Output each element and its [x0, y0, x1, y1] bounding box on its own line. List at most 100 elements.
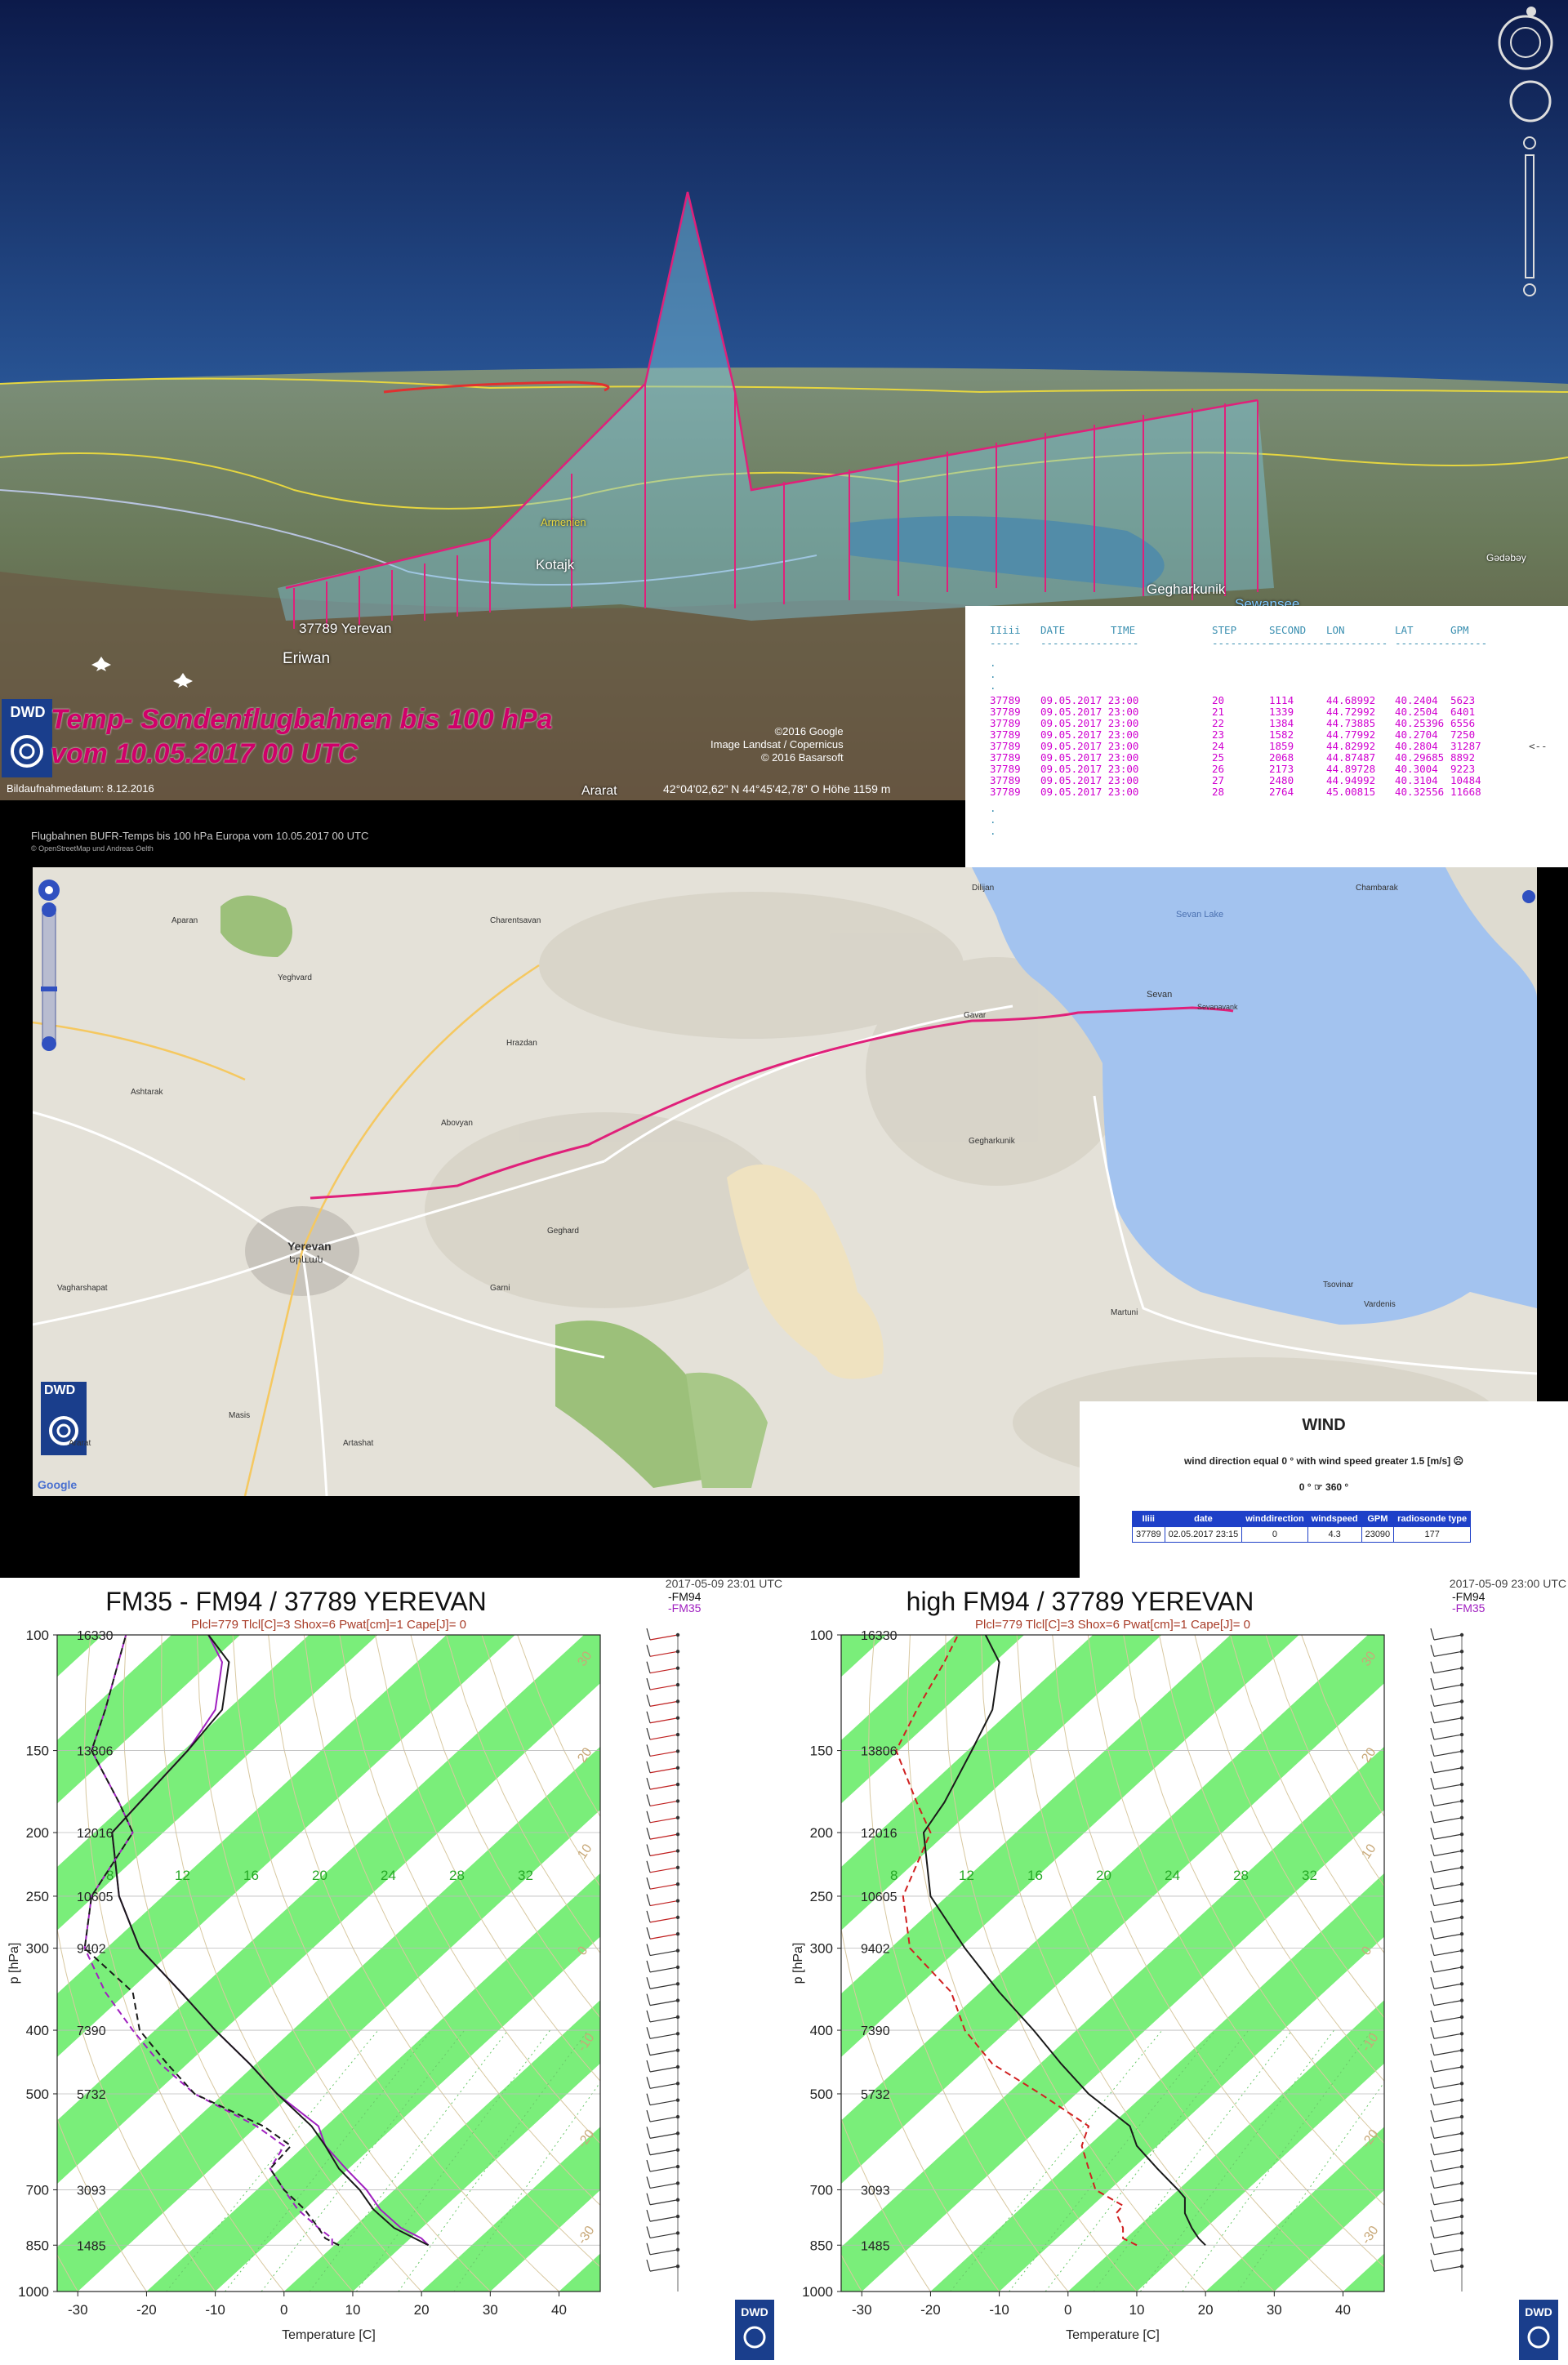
height-label: 16330	[861, 1629, 898, 1643]
wind-barb	[1430, 1777, 1464, 1790]
height-label: 7390	[861, 2024, 890, 2038]
wind-barb	[1430, 2043, 1464, 2056]
map-label-gavar: Gavar	[964, 1011, 987, 1020]
x-tick-label: 20	[1198, 2302, 1214, 2318]
wind-table-header: radiosonde type	[1393, 1511, 1472, 1527]
mixing-ratio-label: 32	[1302, 1868, 1317, 1883]
height-label: 7390	[77, 2024, 106, 2038]
wind-barb	[1430, 1761, 1464, 1774]
wind-table-cell: 02.05.2017 23:15	[1164, 1526, 1243, 1543]
x-tick-label: 0	[1064, 2302, 1071, 2318]
height-label: 1485	[77, 2239, 106, 2253]
wind-barb	[1430, 1910, 1464, 1923]
city-label: Eriwan	[283, 650, 331, 667]
wind-barb	[1430, 1993, 1464, 2006]
mixing-ratio-label: 32	[518, 1868, 533, 1883]
table-header-rule: -----	[990, 637, 1021, 649]
table-row-cell: 09.05.2017 23:00	[1040, 706, 1139, 718]
y-tick-label: 250	[810, 1889, 833, 1904]
y-tick-label: 700	[810, 2182, 833, 2198]
map-label-yerevan-arm: Երևան	[289, 1255, 323, 1265]
chart-title: FM35 - FM94 / 37789 YEREVAN	[105, 1587, 487, 1616]
table-row-cell: 09.05.2017 23:00	[1040, 786, 1139, 798]
wind-table-cell: 23090	[1361, 1526, 1395, 1543]
map-label-chambarak: Chambarak	[1356, 884, 1398, 893]
y-tick-label: 1000	[802, 2284, 833, 2300]
height-label: 13806	[77, 1745, 114, 1759]
wind-barb	[1430, 2109, 1464, 2122]
table-header-rule: ----------------	[1040, 637, 1139, 649]
wind-barb	[646, 2193, 680, 2206]
wind-barb	[646, 2077, 680, 2089]
isotherm-band	[1481, 1635, 1568, 2292]
x-tick-label: -20	[920, 2302, 941, 2318]
x-tick-label: 10	[345, 2302, 361, 2318]
wind-barb	[1430, 1645, 1464, 1657]
y-tick-label: 300	[26, 1941, 49, 1957]
table-row-cell: 40.2504	[1395, 706, 1438, 718]
table-row-cell: 1114	[1269, 694, 1294, 706]
x-tick-label: 0	[280, 2302, 287, 2318]
wind-barb	[646, 1711, 680, 1724]
dwd-logo-text: DWD	[44, 1383, 76, 1397]
timestamp: 2017-05-09 23:00 UTC	[1450, 1578, 1566, 1590]
mixing-ratio-label: 8	[106, 1868, 114, 1883]
y-tick-label: 850	[810, 2238, 833, 2253]
table-row-cell: 37789	[990, 706, 1021, 718]
wind-barb	[1430, 2226, 1464, 2239]
wind-barb	[646, 1810, 680, 1824]
x-tick-label: -30	[68, 2302, 88, 2318]
table-ellipsis: .	[990, 813, 996, 826]
wind-barb	[1430, 2060, 1464, 2073]
table-row-cell: 44.82992	[1326, 740, 1376, 752]
mixing-ratio-label: 12	[175, 1868, 190, 1883]
wind-table-header: IIiii	[1132, 1511, 1165, 1527]
table-header-rule: ----------	[1326, 637, 1388, 649]
height-label: 1485	[861, 2239, 890, 2253]
y-tick-label: 400	[810, 2023, 833, 2038]
map-label-tsovinar: Tsovinar	[1323, 1280, 1354, 1289]
x-tick-label: 40	[551, 2302, 567, 2318]
table-header-cell: TIME	[1111, 624, 1136, 636]
x-axis-label: Temperature [C]	[282, 2328, 376, 2342]
wind-table-header: winddirection	[1241, 1511, 1308, 1527]
wind-barb	[646, 2209, 680, 2222]
table-row-cell: 09.05.2017 23:00	[1040, 740, 1139, 752]
table-row-cell: 6401	[1450, 706, 1476, 718]
y-tick-label: 1000	[18, 2284, 49, 2300]
table-row-cell: 20	[1212, 694, 1225, 706]
height-label: 9402	[861, 1943, 890, 1957]
wind-barb	[1430, 2010, 1464, 2023]
skewt-chart-fm35-fm94: 8 12 16 20 24 28 32 -30 -20 -10 0 10 20 30 100 16330 150…	[7, 1578, 782, 2360]
height-label: 3093	[77, 2184, 106, 2198]
table-row-cell: 7250	[1450, 728, 1476, 741]
wind-barb	[646, 1910, 680, 1923]
wind-barb	[1430, 1661, 1464, 1674]
dwd-logo-text: DWD	[1525, 2305, 1552, 2318]
layer-toggle-icon[interactable]	[1522, 890, 1535, 903]
table-header-cell: DATE	[1040, 624, 1066, 636]
wind-barb	[646, 1695, 680, 1707]
table-row-cell: 40.3004	[1395, 763, 1438, 775]
wind-barb	[646, 2043, 680, 2056]
trajectory-data-table: IIiii DATE TIME STEP SECOND LON LAT GPM ----- ---…	[965, 606, 1568, 867]
table-row-cell: 37789	[990, 740, 1021, 752]
mixing-ratio-label: 20	[1096, 1868, 1111, 1883]
y-tick-label: 500	[810, 2087, 833, 2102]
y-tick-label: 250	[26, 1889, 49, 1904]
table-row-cell: 44.94992	[1326, 774, 1376, 786]
table-row-cell: 25	[1212, 751, 1225, 764]
x-tick-label: 30	[1267, 2302, 1282, 2318]
wind-barb	[646, 1860, 680, 1873]
height-label: 3093	[861, 2184, 890, 2198]
wind-barb	[646, 2243, 680, 2256]
mixing-ratio-label: 12	[959, 1868, 974, 1883]
map-label-hrazdan: Hrazdan	[506, 1039, 537, 1048]
height-label: 9402	[77, 1943, 106, 1957]
table-row-cell: 2068	[1269, 751, 1294, 764]
x-axis-label: Temperature [C]	[1066, 2328, 1160, 2342]
dwd-logo-text: DWD	[741, 2305, 768, 2318]
image-date: Bildaufnahmedatum: 8.12.2016	[7, 782, 154, 795]
table-header-rule: ------	[1450, 637, 1488, 649]
table-row-cell: 22	[1212, 717, 1225, 729]
